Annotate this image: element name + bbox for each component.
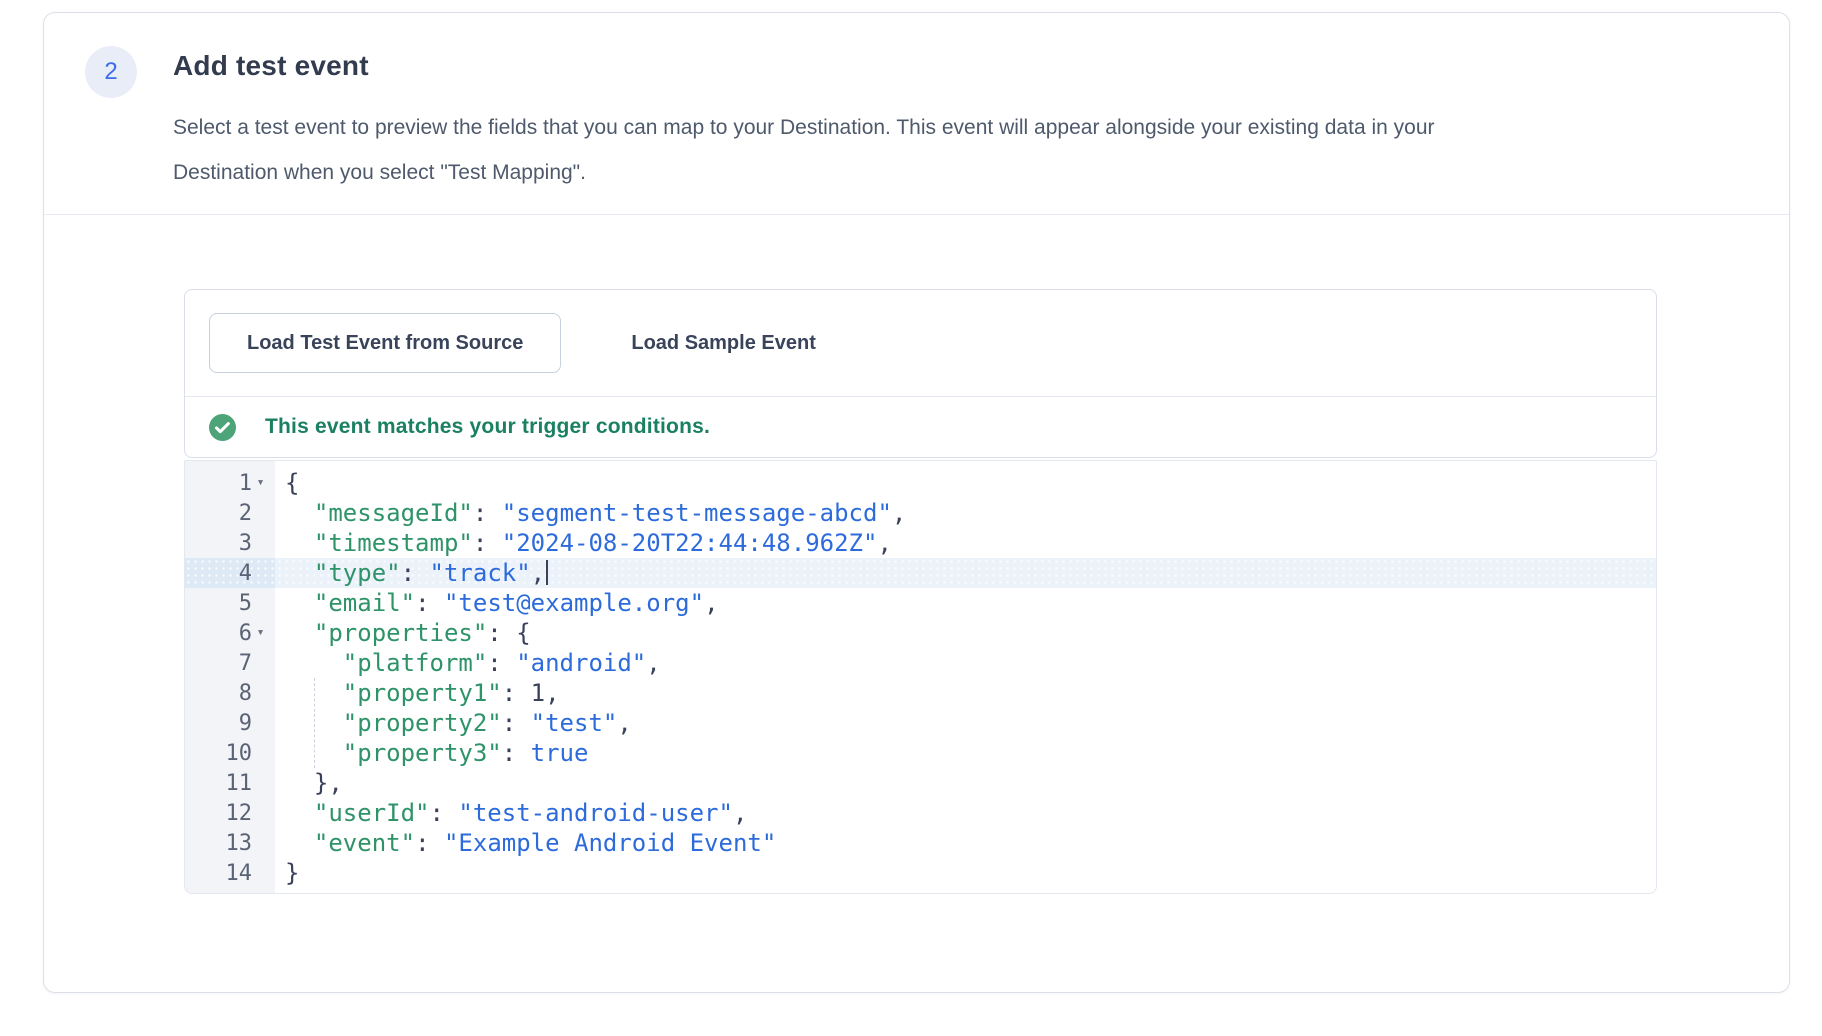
code-line-5[interactable]: 5 "email": "test@example.org",	[185, 588, 1656, 618]
line-number-gutter: 4	[185, 558, 275, 588]
line-number-gutter: 14	[185, 858, 275, 888]
line-number-gutter: 3	[185, 528, 275, 558]
code-text: "email": "test@example.org",	[275, 588, 719, 618]
code-text: {	[275, 468, 299, 498]
code-line-3[interactable]: 3 "timestamp": "2024-08-20T22:44:48.962Z…	[185, 528, 1656, 558]
line-number: 3	[239, 531, 252, 556]
trigger-match-status: This event matches your trigger conditio…	[185, 397, 1656, 457]
line-number: 14	[226, 861, 253, 886]
code-lines: 1▾{2 "messageId": "segment-test-message-…	[185, 468, 1656, 888]
line-number-gutter: 10	[185, 738, 275, 768]
code-text: "timestamp": "2024-08-20T22:44:48.962Z",	[275, 528, 892, 558]
step-description-line: Select a test event to preview the field…	[173, 105, 1763, 150]
test-event-panel: Load Test Event from Source Load Sample …	[184, 289, 1657, 458]
code-text: "platform": "android",	[275, 648, 661, 678]
line-number: 11	[226, 771, 253, 796]
trigger-match-message: This event matches your trigger conditio…	[265, 415, 710, 439]
code-line-13[interactable]: 13 "event": "Example Android Event"	[185, 828, 1656, 858]
line-number-gutter: 5	[185, 588, 275, 618]
code-line-14[interactable]: 14}	[185, 858, 1656, 888]
code-line-7[interactable]: 7 "platform": "android",	[185, 648, 1656, 678]
code-line-8[interactable]: 8 "property1": 1,	[185, 678, 1656, 708]
line-number-gutter: 7	[185, 648, 275, 678]
code-line-11[interactable]: 11 },	[185, 768, 1656, 798]
load-sample-event-button[interactable]: Load Sample Event	[621, 313, 826, 373]
code-text: "property2": "test",	[275, 708, 632, 738]
code-text: },	[275, 768, 343, 798]
json-code-editor[interactable]: 1▾{2 "messageId": "segment-test-message-…	[184, 460, 1657, 894]
line-number: 7	[239, 651, 252, 676]
line-number: 4	[239, 561, 252, 586]
line-number: 5	[239, 591, 252, 616]
add-test-event-card: 2 Add test event Select a test event to …	[43, 12, 1790, 993]
fold-arrow-icon[interactable]: ▾	[252, 468, 269, 498]
code-text: "properties": {	[275, 618, 531, 648]
code-text: "event": "Example Android Event"	[275, 828, 776, 858]
code-text: "messageId": "segment-test-message-abcd"…	[275, 498, 906, 528]
line-number: 2	[239, 501, 252, 526]
code-line-4[interactable]: 4 "type": "track",	[185, 558, 1656, 588]
check-circle-icon	[209, 414, 236, 441]
line-number-gutter: 12	[185, 798, 275, 828]
header-divider	[44, 214, 1789, 215]
indent-guide	[314, 678, 315, 768]
event-button-row: Load Test Event from Source Load Sample …	[185, 290, 1656, 397]
line-number-gutter: 8	[185, 678, 275, 708]
code-line-6[interactable]: 6▾ "properties": {	[185, 618, 1656, 648]
fold-arrow-icon[interactable]: ▾	[252, 618, 269, 648]
code-text: }	[275, 858, 299, 888]
line-number: 8	[239, 681, 252, 706]
code-line-1[interactable]: 1▾{	[185, 468, 1656, 498]
step-description-line: Destination when you select "Test Mappin…	[173, 150, 1763, 195]
code-line-9[interactable]: 9 "property2": "test",	[185, 708, 1656, 738]
line-number: 6	[239, 621, 252, 646]
line-number: 12	[226, 801, 253, 826]
line-number-gutter: 1▾	[185, 468, 275, 498]
step-number-badge: 2	[85, 46, 137, 98]
code-line-2[interactable]: 2 "messageId": "segment-test-message-abc…	[185, 498, 1656, 528]
text-cursor	[546, 560, 548, 585]
line-number: 9	[239, 711, 252, 736]
line-number-gutter: 13	[185, 828, 275, 858]
line-number: 1	[239, 471, 252, 496]
code-text: "type": "track",	[275, 558, 548, 588]
load-test-event-button[interactable]: Load Test Event from Source	[209, 313, 561, 373]
page-title: Add test event	[173, 50, 369, 82]
step-description: Select a test event to preview the field…	[173, 105, 1763, 195]
line-number-gutter: 6▾	[185, 618, 275, 648]
code-line-10[interactable]: 10 "property3": true	[185, 738, 1656, 768]
code-text: "property3": true	[275, 738, 588, 768]
line-number-gutter: 9	[185, 708, 275, 738]
line-number: 13	[226, 831, 253, 856]
code-text: "property1": 1,	[275, 678, 560, 708]
line-number-gutter: 2	[185, 498, 275, 528]
line-number-gutter: 11	[185, 768, 275, 798]
code-text: "userId": "test-android-user",	[275, 798, 747, 828]
line-number: 10	[226, 741, 253, 766]
code-line-12[interactable]: 12 "userId": "test-android-user",	[185, 798, 1656, 828]
